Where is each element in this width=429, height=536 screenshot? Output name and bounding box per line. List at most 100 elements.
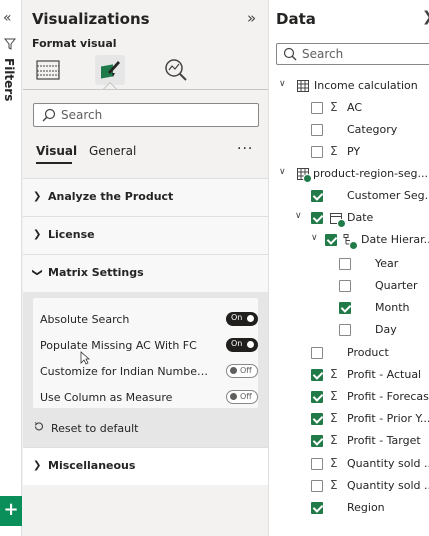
field-label: Date Hierar...	[361, 233, 429, 246]
table-income-calculation[interactable]: ∨ Income calculation	[279, 79, 429, 97]
reset-to-default-button[interactable]: Reset to default	[33, 421, 138, 435]
sigma-icon: Σ	[330, 367, 338, 381]
section-label: Analyze the Product	[48, 190, 174, 203]
visual-search-input[interactable]: Search	[33, 103, 259, 127]
more-options-icon[interactable]: ···	[237, 141, 253, 157]
chevron-down-icon: ∨	[295, 211, 302, 221]
field-label: Quarter	[375, 279, 418, 292]
section-license[interactable]: ❯ License	[23, 216, 268, 254]
field-label: PY	[347, 145, 361, 158]
absolute-search-toggle[interactable]: On	[226, 312, 258, 326]
field-checkbox[interactable]	[311, 369, 323, 381]
analytics-magnifier-icon	[165, 59, 187, 81]
table-name: product-region-seg...	[313, 167, 429, 180]
chevron-down-icon: ∨	[279, 167, 286, 177]
add-page-button[interactable]: +	[0, 496, 22, 526]
field-label: Quantity sold ...	[347, 479, 429, 492]
field-checkbox[interactable]	[311, 190, 323, 202]
section-miscellaneous[interactable]: ❯ Miscellaneous	[23, 447, 268, 485]
field-checkbox[interactable]	[311, 124, 323, 136]
sigma-icon: Σ	[330, 456, 338, 470]
filters-pane-collapsed: « Filters +	[0, 0, 22, 536]
column-as-measure-toggle[interactable]: Off	[226, 390, 258, 404]
sigma-icon: Σ	[330, 433, 338, 447]
divider	[23, 89, 268, 90]
chevron-right-icon: ❯	[33, 460, 42, 471]
field-checkbox[interactable]	[311, 480, 323, 492]
field-label: Customer Seg...	[347, 189, 429, 202]
expand-filters-icon[interactable]: «	[3, 10, 12, 26]
table-name: Income calculation	[314, 79, 418, 92]
setting-label: Absolute Search	[40, 313, 130, 326]
populate-missing-toggle[interactable]: On	[226, 338, 258, 352]
collapse-pane-icon[interactable]: »	[247, 9, 256, 27]
field-label: Profit - Prior Y...	[347, 412, 429, 425]
setting-label: Populate Missing AC With FC	[40, 339, 197, 352]
field-checkbox[interactable]	[339, 324, 351, 336]
chevron-right-icon: ❯	[33, 229, 42, 240]
field-label: Region	[347, 501, 385, 514]
visualizations-title: Visualizations	[32, 10, 150, 28]
sigma-icon: Σ	[330, 389, 338, 403]
tab-visual[interactable]: Visual	[36, 144, 77, 158]
field-label: AC	[347, 101, 363, 114]
sigma-icon: Σ	[330, 100, 338, 114]
field-checkbox[interactable]	[311, 102, 323, 114]
chevron-down-icon: ∨	[279, 79, 286, 89]
reset-label: Reset to default	[51, 422, 139, 435]
field-label: Profit - Target	[347, 434, 421, 447]
section-matrix-settings[interactable]: ❯ Matrix Settings	[23, 254, 268, 292]
setting-label: Use Column as Measure	[40, 391, 173, 404]
field-checkbox[interactable]	[311, 146, 323, 158]
field-label: Product	[347, 346, 389, 359]
filter-icon	[4, 38, 16, 50]
table-product-region-seg[interactable]: ∨ product-region-seg...	[279, 167, 429, 185]
field-label: Date	[347, 211, 374, 224]
matrix-settings-body: Absolute Search On Populate Missing AC W…	[23, 292, 268, 447]
analytics-tab[interactable]	[161, 55, 191, 85]
close-pane-icon[interactable]: ❯	[422, 9, 429, 25]
search-icon	[283, 47, 297, 61]
chevron-down-icon: ∨	[311, 233, 318, 243]
field-checkbox[interactable]	[311, 391, 323, 403]
data-search-input[interactable]: Search	[276, 43, 429, 65]
section-label: License	[48, 228, 95, 241]
data-title: Data	[276, 10, 316, 28]
build-visual-tab[interactable]	[33, 55, 63, 85]
field-checkbox[interactable]	[311, 347, 323, 359]
field-label: Day	[375, 323, 397, 336]
field-checkbox[interactable]	[311, 435, 323, 447]
field-checkbox[interactable]	[339, 280, 351, 292]
field-label: Category	[347, 123, 398, 136]
tab-general[interactable]: General	[89, 144, 136, 158]
sigma-icon: Σ	[330, 411, 338, 425]
filters-label[interactable]: Filters	[2, 58, 16, 101]
field-checkbox[interactable]	[325, 234, 337, 246]
field-checkbox[interactable]	[311, 212, 323, 224]
field-checkbox[interactable]	[311, 502, 323, 514]
field-label: Profit - Forecast	[347, 390, 429, 403]
selected-badge-icon	[349, 241, 358, 250]
section-label: Miscellaneous	[48, 459, 136, 472]
matrix-settings-card: Absolute Search On Populate Missing AC W…	[33, 298, 258, 408]
field-label: Year	[375, 257, 399, 270]
search-icon	[42, 108, 56, 122]
format-visual-tab[interactable]	[95, 55, 125, 85]
setting-label: Customize for Indian Numbering System	[40, 365, 212, 378]
section-analyze-product[interactable]: ❯ Analyze the Product	[23, 178, 268, 216]
paintbrush-icon	[101, 61, 120, 79]
field-checkbox[interactable]	[311, 458, 323, 470]
field-checkbox[interactable]	[311, 413, 323, 425]
section-label: Matrix Settings	[48, 266, 144, 279]
indian-numbering-toggle[interactable]: Off	[226, 364, 258, 378]
field-checkbox[interactable]	[339, 258, 351, 270]
active-tab-underline	[36, 162, 72, 164]
field-checkbox[interactable]	[339, 302, 351, 314]
format-visual-label: Format visual	[32, 37, 117, 50]
chevron-down-icon: ❯	[31, 268, 43, 277]
sigma-icon: Σ	[330, 144, 338, 158]
field-label: Quantity sold ...	[347, 457, 429, 470]
selected-badge-icon	[337, 219, 346, 228]
field-label: Profit - Actual	[347, 368, 422, 381]
reset-icon	[34, 422, 43, 431]
